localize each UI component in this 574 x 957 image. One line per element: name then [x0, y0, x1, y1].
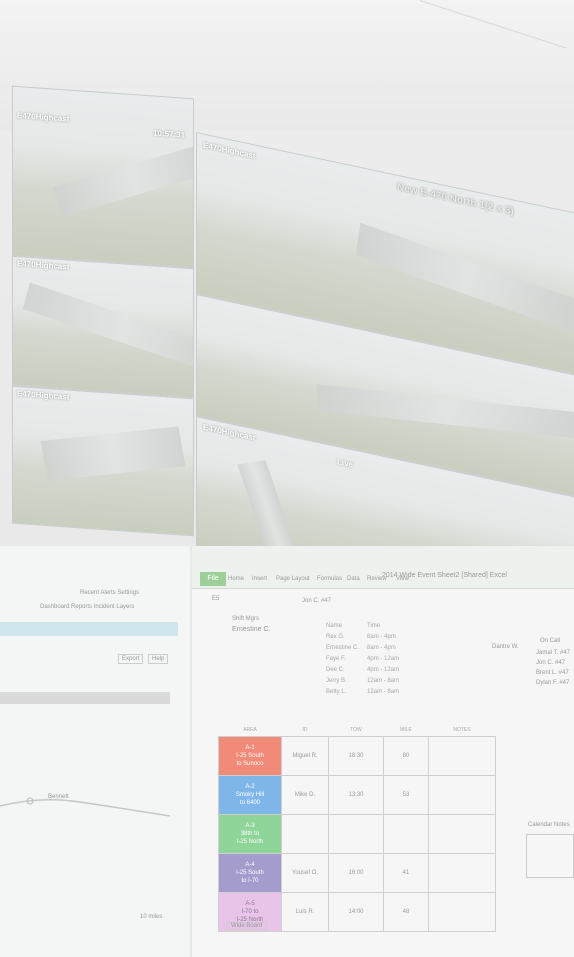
- roster-name: Jerry B.: [326, 677, 347, 684]
- id-cell[interactable]: Yousef O.: [281, 853, 329, 893]
- tow-cell[interactable]: [328, 814, 384, 854]
- table-row: A-4 I-25 South to I-70 Yousef O. 16:00 4…: [218, 853, 496, 893]
- table-row: A-1 I-25 South to Sunoco Miguel R. 18:30…: [218, 736, 496, 776]
- header-bar: [0, 622, 178, 636]
- formula-bar[interactable]: Jon C. #47: [302, 598, 331, 604]
- help-button[interactable]: Help: [148, 654, 169, 664]
- col-id: ID: [302, 727, 308, 733]
- tow-cell[interactable]: 18:30: [328, 736, 384, 776]
- camera-title: E470Highcast: [203, 140, 256, 161]
- wall-title: New E-470 North 1(2 x 3): [397, 181, 514, 218]
- right-name: Dantre W.: [492, 644, 519, 650]
- roster-time: 4pm - 12am: [367, 655, 400, 662]
- mile-cell[interactable]: 48: [383, 892, 429, 932]
- mile-cell[interactable]: 41: [383, 853, 429, 893]
- area-cell[interactable]: A-3 38th to I-25 North: [218, 814, 282, 854]
- id-cell[interactable]: Luis R.: [281, 892, 329, 932]
- ribbon: 2014 Wide Event Sheet2 [Shared] Excel: [192, 546, 574, 589]
- nav-tabs[interactable]: Dashboard Reports Incident Layers: [40, 604, 134, 610]
- roster-table: Name Time Rex G. 8am - 4pm Ernestine C. 8am…: [322, 620, 403, 697]
- notes-cell[interactable]: [428, 853, 496, 893]
- col-mile: MILE: [400, 727, 412, 733]
- menu-insert[interactable]: Insert: [252, 576, 267, 582]
- on-call-3: Brent L. #47: [536, 670, 569, 676]
- shift-header: Shift Mgrs: [232, 616, 260, 622]
- roster-name: Faye F.: [326, 655, 346, 662]
- cell-ref[interactable]: E5: [212, 596, 219, 602]
- assignment-grid: AREA ID TOW MILE NOTES A-1 I-25 South to…: [218, 724, 496, 932]
- mile-cell[interactable]: [383, 814, 429, 854]
- camera-feed-3[interactable]: E470Highcast: [12, 385, 194, 537]
- export-button[interactable]: Export: [118, 654, 144, 664]
- link-row[interactable]: Recent Alerts Settings: [80, 590, 139, 596]
- col-notes: NOTES: [453, 727, 471, 733]
- roster-time: 12am - 8am: [367, 677, 400, 684]
- table-row: A-3 38th to I-25 North: [218, 814, 496, 854]
- section-bar: [0, 692, 170, 704]
- map-scale: 10 miles: [140, 914, 163, 920]
- roster-header-time: Time: [367, 622, 381, 629]
- area-cell[interactable]: A-2 Smoky Hill to 6400: [218, 775, 282, 815]
- roster-name: Rex G.: [326, 633, 345, 640]
- camera-title: E470Highcast: [17, 110, 70, 124]
- notes-cell[interactable]: [428, 736, 496, 776]
- camera-feed-1[interactable]: E470Highcast 10:57:31: [12, 85, 194, 269]
- col-tow: TOW: [350, 727, 362, 733]
- mile-cell[interactable]: 80: [383, 736, 429, 776]
- on-call-4: Dylan F. #47: [536, 680, 570, 686]
- table-row: A-2 Smoky Hill to 6400 Mike D. 13:30 53: [218, 775, 496, 815]
- tow-cell[interactable]: 14:00: [328, 892, 384, 932]
- roster-name: Dee C.: [326, 666, 345, 673]
- camera-title: E470Highcast: [17, 388, 70, 402]
- clock: 10:57:31: [153, 128, 186, 140]
- tow-cell[interactable]: 16:00: [328, 853, 384, 893]
- on-call-1: Jamal T. #47: [536, 650, 570, 656]
- roster-name: Ernestine C.: [326, 644, 360, 651]
- calendar-notes: Calendar Notes: [528, 822, 570, 828]
- notes-box: [526, 834, 574, 878]
- on-call-2: Jon C. #47: [536, 660, 566, 666]
- tow-cell[interactable]: 13:30: [328, 775, 384, 815]
- menu-page-layout[interactable]: Page Layout: [276, 576, 310, 582]
- camera-title: E470Highcast: [17, 258, 70, 272]
- live-status: Live: [337, 456, 354, 470]
- roster-time: 8am - 4pm: [367, 644, 396, 651]
- road-label: Bennett: [48, 794, 69, 800]
- file-tab[interactable]: File: [200, 572, 226, 586]
- id-cell[interactable]: [281, 814, 329, 854]
- spreadsheet-window: 2014 Wide Event Sheet2 [Shared] Excel Fi…: [192, 546, 574, 957]
- menu-data[interactable]: Data: [347, 576, 360, 582]
- notes-cell[interactable]: [428, 892, 496, 932]
- area-cell[interactable]: A-4 I-25 South to I-70: [218, 853, 282, 893]
- on-call-header: On Call: [540, 638, 561, 644]
- menu-home[interactable]: Home: [228, 576, 244, 582]
- sheet-tab[interactable]: Wide Board: [226, 922, 268, 930]
- shift-name: Ernestine C.: [232, 626, 271, 633]
- roster-time: 12am - 8am: [367, 688, 400, 695]
- mile-cell[interactable]: 53: [383, 775, 429, 815]
- camera-feed-2[interactable]: E470Highcast: [12, 255, 194, 399]
- col-area: AREA: [243, 727, 257, 733]
- menu-review[interactable]: Review: [367, 576, 387, 582]
- roster-time: 4pm - 12am: [367, 666, 400, 673]
- id-cell[interactable]: Mike D.: [281, 775, 329, 815]
- roster-header-name: Name: [326, 622, 343, 629]
- menu-view[interactable]: View: [396, 576, 409, 582]
- roster-time: 8am - 4pm: [367, 633, 396, 640]
- id-cell[interactable]: Miguel R.: [281, 736, 329, 776]
- roster-name: Betty L.: [326, 688, 347, 695]
- notes-cell[interactable]: [428, 814, 496, 854]
- road-map[interactable]: [0, 776, 170, 836]
- area-cell[interactable]: A-1 I-25 South to Sunoco: [218, 736, 282, 776]
- map-app-panel: Recent Alerts Settings Dashboard Reports…: [0, 546, 190, 957]
- menu-formulas[interactable]: Formulas: [317, 576, 342, 582]
- notes-cell[interactable]: [428, 775, 496, 815]
